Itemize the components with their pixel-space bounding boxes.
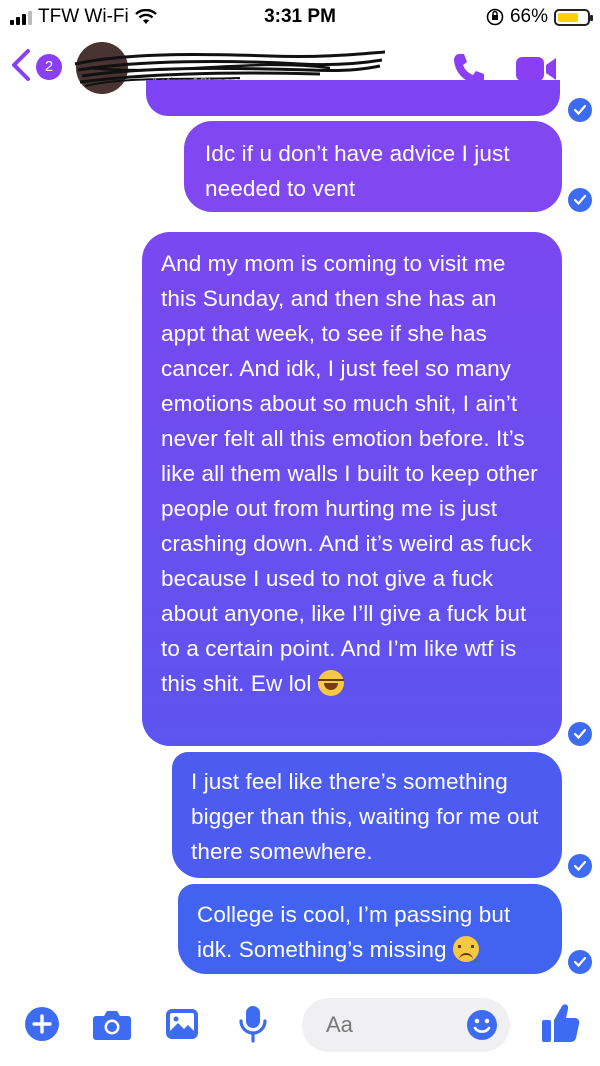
status-right: 66% [486,6,593,28]
message-text: Idc if u don’t have advice I just needed… [205,141,510,201]
seen-check-icon [568,98,592,122]
message-bubble[interactable]: I just feel like there’s something bigge… [172,752,562,878]
seen-check-icon [568,188,592,212]
seen-check-icon [568,722,592,746]
message-thread[interactable]: Idc if u don’t have advice I just needed… [0,80,600,984]
gallery-icon[interactable] [164,1006,200,1042]
chevron-left-icon[interactable] [10,48,32,88]
message-bubble[interactable]: Idc if u don’t have advice I just needed… [184,121,562,212]
message-composer: Aa [0,990,600,1066]
thumbs-up-icon[interactable] [540,1002,580,1044]
plus-icon[interactable] [24,1006,60,1042]
seen-check-icon [568,854,592,878]
disappointed-face-icon [452,936,479,962]
face-with-tears-of-joy-icon [317,670,344,696]
status-bar: TFW Wi-Fi 3:31 PM 66% [0,0,600,34]
emoji-icon[interactable] [466,1009,498,1041]
camera-icon[interactable] [92,1007,132,1041]
unread-count-badge[interactable]: 2 [36,54,62,80]
battery-percent: 66% [509,6,548,27]
message-input-placeholder: Aa [326,1012,353,1037]
message-input[interactable]: Aa [302,998,510,1052]
message-text: I just feel like there’s something bigge… [191,769,539,864]
message-bubble[interactable]: And my mom is coming to visit me this Su… [142,232,562,746]
battery-icon [554,8,593,26]
microphone-icon[interactable] [236,1004,270,1044]
seen-check-icon [568,950,592,974]
orientation-lock-icon [486,8,504,26]
message-bubble-previous[interactable] [146,80,560,116]
message-bubble[interactable]: College is cool, I’m passing but idk. So… [178,884,562,974]
message-text: And my mom is coming to visit me this Su… [161,251,538,696]
